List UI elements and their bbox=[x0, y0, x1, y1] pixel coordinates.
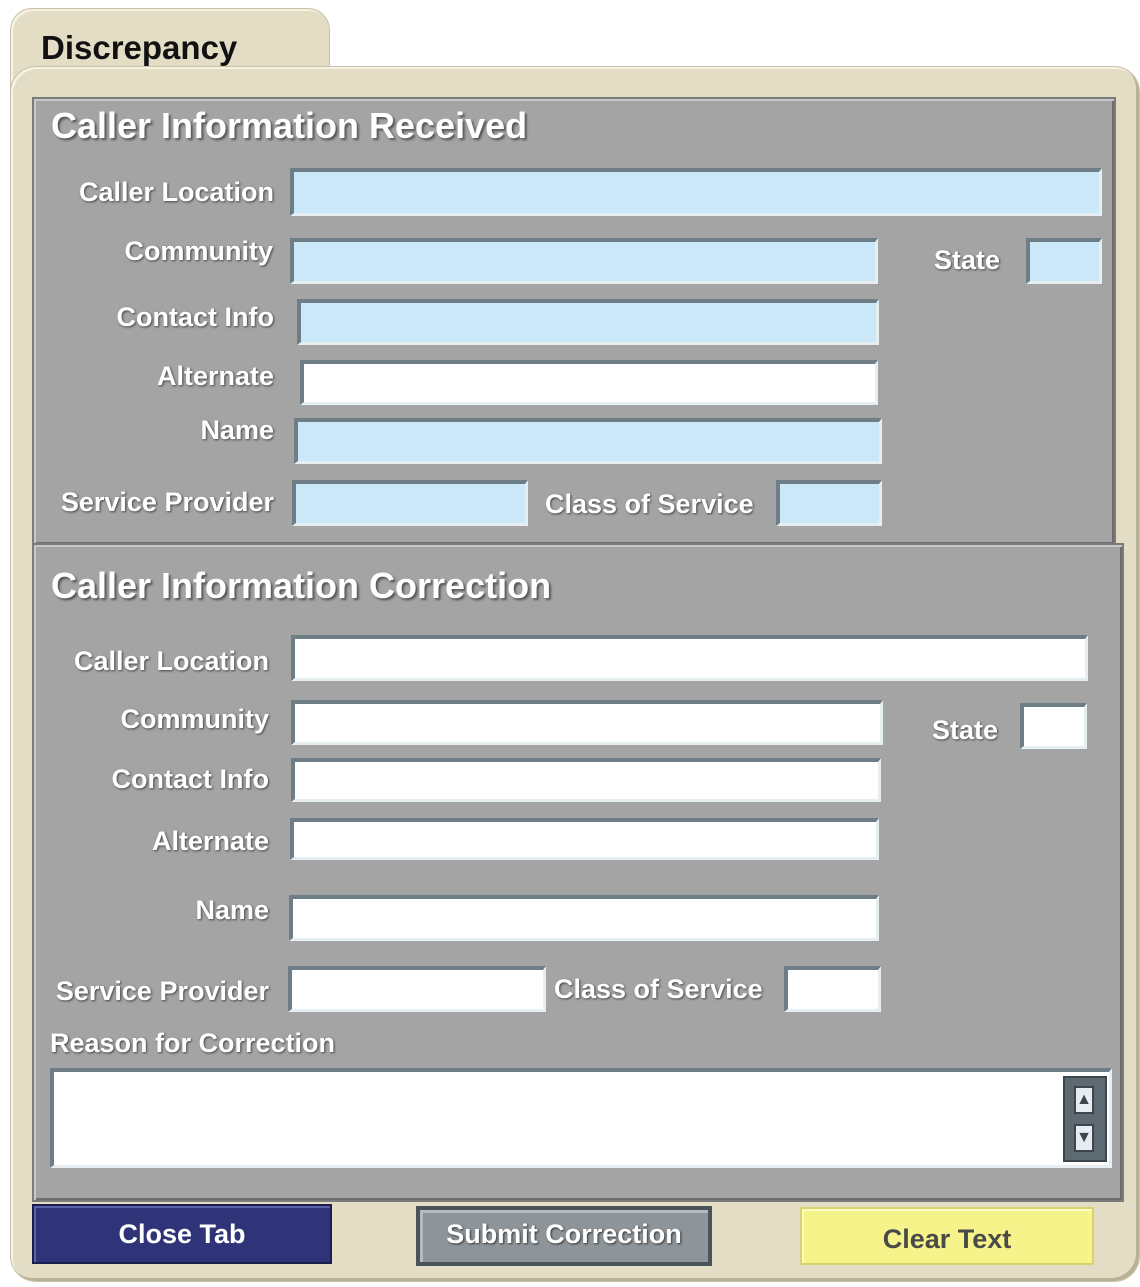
received-state-label: State bbox=[934, 245, 1001, 275]
correction-service-provider-label: Service Provider bbox=[55, 976, 269, 1006]
received-community-label: Community bbox=[124, 236, 274, 266]
scroll-up-icon[interactable]: ▲ bbox=[1074, 1086, 1094, 1114]
correction-name-input[interactable] bbox=[289, 895, 879, 941]
correction-state-label: State bbox=[932, 715, 999, 745]
submit-correction-button[interactable]: Submit Correction bbox=[416, 1206, 712, 1266]
received-state-field bbox=[1026, 238, 1102, 284]
correction-name-label: Name bbox=[195, 895, 269, 925]
reason-for-correction-label: Reason for Correction bbox=[50, 1028, 336, 1058]
correction-service-provider-input[interactable] bbox=[288, 966, 546, 1012]
correction-contact-info-label: Contact Info bbox=[111, 764, 269, 794]
received-contact-info-field bbox=[297, 299, 879, 345]
received-alternate-field bbox=[300, 360, 878, 405]
close-tab-button[interactable]: Close Tab bbox=[32, 1204, 332, 1264]
received-name-field bbox=[294, 418, 882, 464]
clear-text-button[interactable]: Clear Text bbox=[800, 1207, 1094, 1265]
received-contact-info-label: Contact Info bbox=[116, 302, 274, 332]
received-name-label: Name bbox=[200, 415, 274, 445]
received-class-of-service-label: Class of Service bbox=[545, 489, 754, 519]
correction-section-title: Caller Information Correction bbox=[51, 565, 552, 606]
received-service-provider-field bbox=[292, 480, 528, 526]
correction-class-of-service-label: Class of Service bbox=[554, 974, 763, 1004]
received-caller-location-label: Caller Location bbox=[78, 177, 274, 207]
received-section-title: Caller Information Received bbox=[51, 105, 528, 146]
received-caller-location-field bbox=[290, 168, 1102, 216]
correction-community-input[interactable] bbox=[291, 700, 883, 745]
scroll-down-icon[interactable]: ▼ bbox=[1074, 1124, 1094, 1152]
received-class-of-service-field bbox=[776, 480, 882, 526]
correction-state-input[interactable] bbox=[1020, 703, 1087, 749]
reason-for-correction-textarea[interactable] bbox=[50, 1068, 1112, 1168]
correction-alternate-input[interactable] bbox=[290, 818, 879, 860]
correction-alternate-label: Alternate bbox=[151, 826, 269, 856]
correction-community-label: Community bbox=[120, 704, 270, 734]
reason-scrollbar[interactable]: ▲ ▼ bbox=[1063, 1076, 1107, 1162]
correction-caller-location-input[interactable] bbox=[291, 635, 1088, 681]
received-service-provider-label: Service Provider bbox=[60, 487, 274, 517]
received-alternate-label: Alternate bbox=[156, 361, 274, 391]
correction-caller-location-label: Caller Location bbox=[73, 646, 269, 676]
tab-label: Discrepancy bbox=[41, 29, 238, 66]
received-community-field bbox=[290, 238, 878, 284]
correction-contact-info-input[interactable] bbox=[291, 758, 881, 802]
correction-class-of-service-input[interactable] bbox=[784, 966, 881, 1012]
